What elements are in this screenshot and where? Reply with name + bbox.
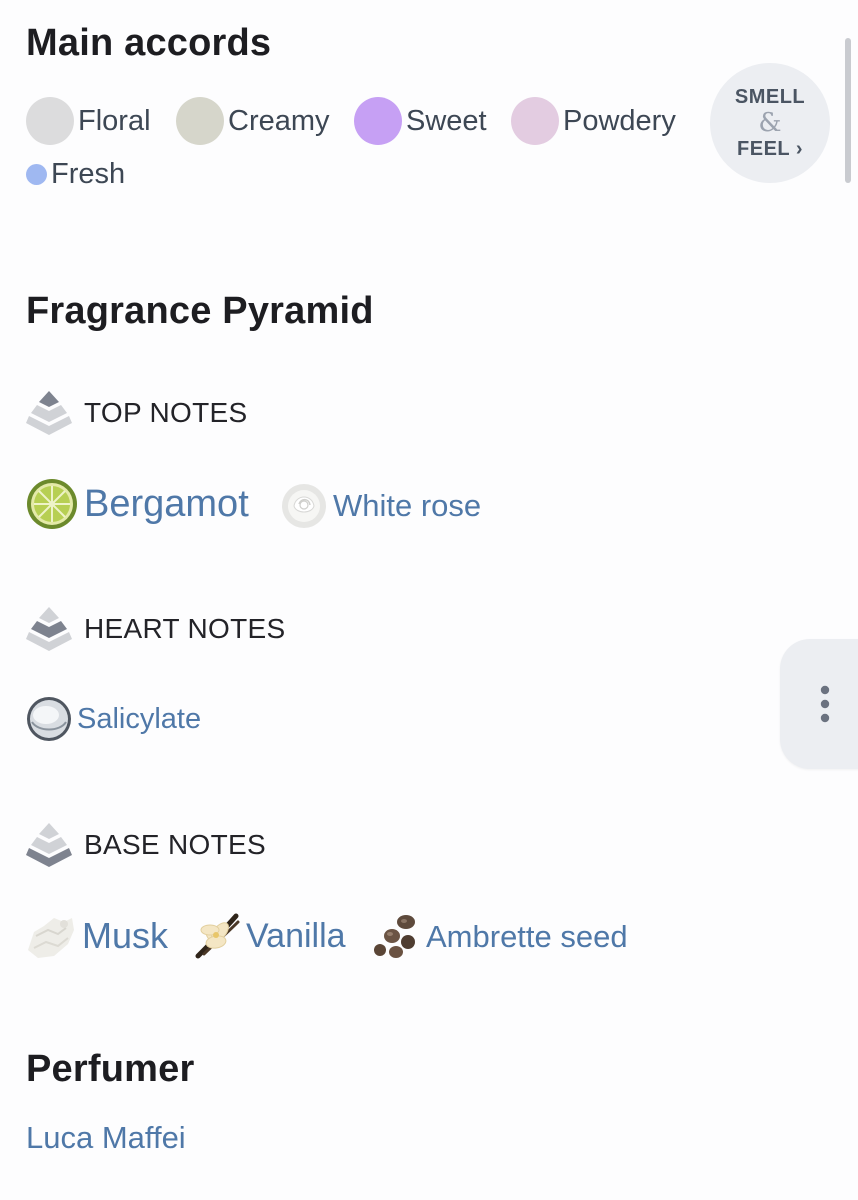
note-musk[interactable]: Musk [24, 910, 168, 962]
heart-notes-label: HEART NOTES [84, 613, 286, 644]
feel-label: FEEL › [737, 138, 803, 160]
smell-and-feel-button[interactable]: SMELL & FEEL › [710, 63, 830, 183]
accord-swatch [176, 97, 224, 145]
perfumer-title: Perfumer [26, 1048, 195, 1090]
top-notes-label: TOP NOTES [84, 397, 248, 428]
heart-notes-heading: HEART NOTES [24, 604, 285, 654]
ambrette-seed-icon [374, 915, 415, 958]
accord-swatch [26, 97, 74, 145]
note-ambrette-seed[interactable]: Ambrette seed [370, 912, 628, 962]
fragrance-pyramid-title: Fragrance Pyramid [26, 290, 374, 332]
note-label: Salicylate [77, 702, 202, 735]
bergamot-icon [27, 479, 77, 529]
accord-floral[interactable]: Floral [26, 97, 151, 145]
accord-label: Powdery [563, 104, 676, 137]
note-label: Vanilla [246, 916, 346, 955]
accord-label: Floral [78, 104, 151, 137]
vanilla-icon [195, 913, 240, 959]
main-accords-title: Main accords [26, 22, 272, 64]
note-label: White rose [333, 488, 482, 523]
more-options-button[interactable] [780, 639, 858, 769]
accord-swatch [354, 97, 402, 145]
smell-label: SMELL [734, 86, 806, 108]
base-notes-heading: BASE NOTES [24, 820, 266, 870]
salicylate-icon [27, 697, 71, 741]
vertical-dots-icon [820, 685, 830, 723]
perfumer-name-link[interactable]: Luca Maffei [26, 1120, 186, 1156]
note-salicylate[interactable]: Salicylate [26, 696, 201, 742]
pyramid-base-icon [26, 823, 72, 867]
note-white-rose[interactable]: White rose [280, 482, 481, 530]
accord-label: Creamy [228, 104, 330, 137]
accord-label: Sweet [406, 104, 487, 137]
note-label: Musk [82, 915, 169, 956]
accord-fresh[interactable]: Fresh [26, 158, 125, 191]
accord-swatch [511, 97, 559, 145]
accord-label: Fresh [51, 158, 126, 190]
note-label: Ambrette seed [426, 919, 628, 954]
musk-icon [28, 918, 74, 958]
base-notes-label: BASE NOTES [84, 829, 266, 860]
pyramid-top-icon [26, 391, 72, 435]
accord-powdery[interactable]: Powdery [511, 97, 676, 145]
accord-swatch [26, 164, 47, 185]
accord-creamy[interactable]: Creamy [176, 97, 330, 145]
note-bergamot[interactable]: Bergamot [26, 478, 249, 530]
top-notes-heading: TOP NOTES [24, 388, 247, 438]
note-label: Bergamot [84, 482, 249, 525]
scrollbar-thumb[interactable] [845, 38, 851, 183]
note-vanilla[interactable]: Vanilla [192, 910, 346, 962]
accord-sweet[interactable]: Sweet [354, 97, 487, 145]
ampersand-label: & [758, 108, 782, 138]
white-rose-icon [282, 484, 326, 528]
pyramid-heart-icon [26, 607, 72, 651]
